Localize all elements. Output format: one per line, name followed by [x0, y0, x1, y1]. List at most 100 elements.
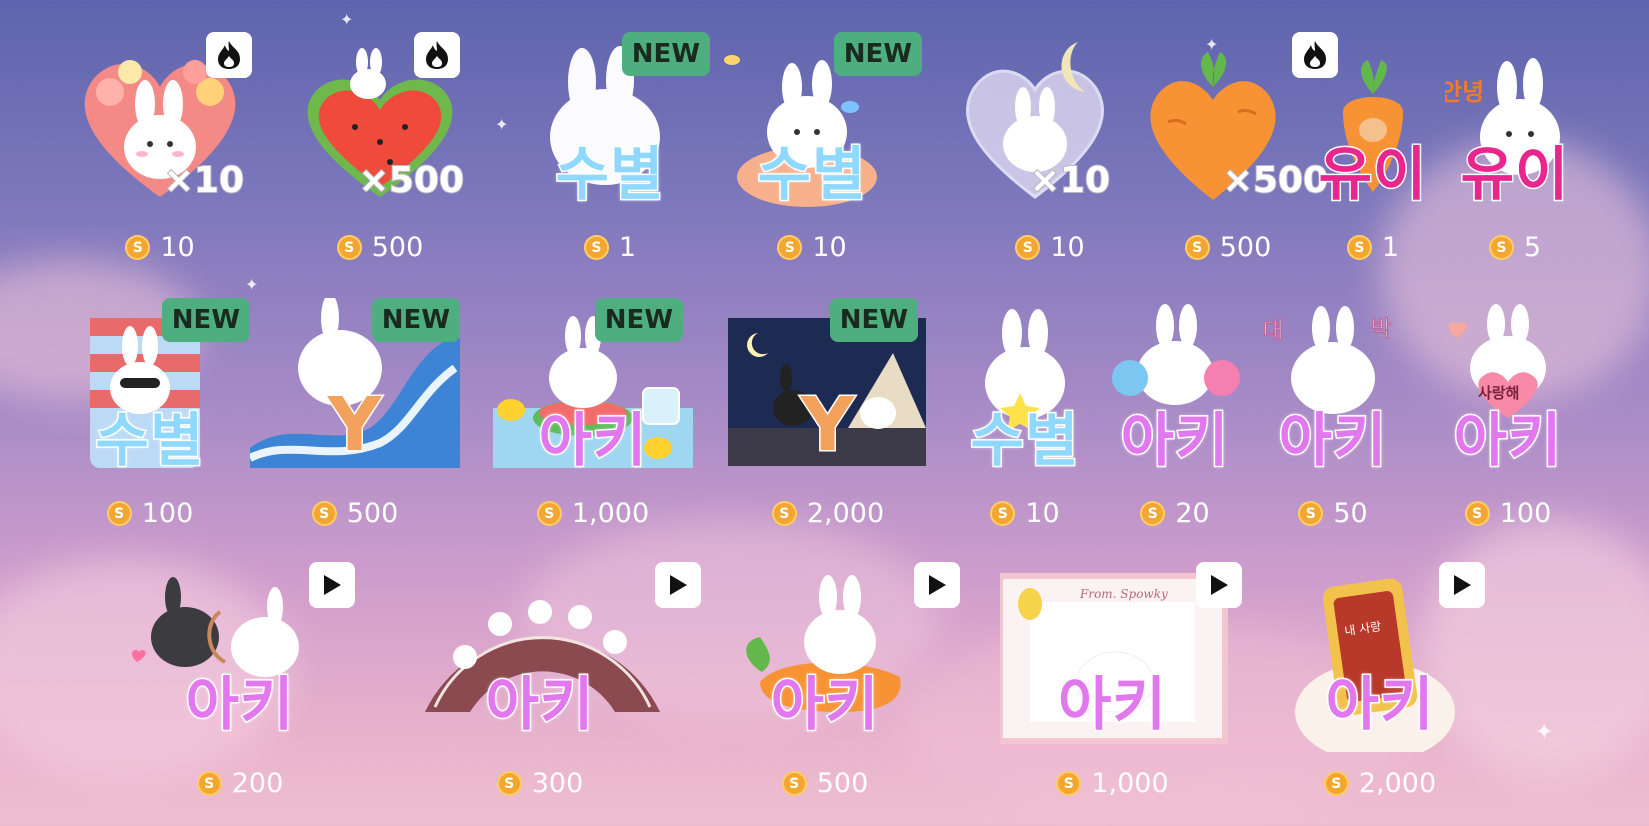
- gift-item[interactable]: ×500 S 500: [1138, 32, 1338, 272]
- new-badge: NEW: [621, 32, 710, 76]
- gift-item[interactable]: NEW 아키 S 1,000: [493, 298, 693, 538]
- coin-icon: S: [583, 235, 609, 260]
- gift-item[interactable]: ×10 S 10: [960, 32, 1140, 272]
- coin-icon: S: [1298, 501, 1324, 526]
- from-text: From. Spowky: [1079, 587, 1168, 601]
- daebak-right-text: 박: [1371, 317, 1391, 342]
- coin-icon: S: [336, 235, 362, 260]
- coin-icon: S: [781, 771, 807, 796]
- gift-name-label: 수별: [94, 406, 205, 474]
- gift-name-label: Y: [799, 382, 856, 468]
- price: S 1,000: [493, 498, 693, 529]
- gift-item[interactable]: 대 박 아키 S 50: [1263, 298, 1403, 538]
- multiplier-text: ×10: [1029, 159, 1111, 202]
- coin-icon: S: [1184, 235, 1210, 260]
- fire-icon: [206, 32, 252, 78]
- coin-icon: S: [1140, 501, 1166, 526]
- gift-item[interactable]: 아키 S 500: [740, 562, 960, 802]
- coin-icon: S: [990, 501, 1016, 526]
- gift-name-label: 아키: [1057, 670, 1168, 738]
- gift-item[interactable]: From. Spowky 아키 S 1,000: [1000, 562, 1242, 802]
- gift-name-label: 수별: [554, 140, 665, 208]
- new-badge: NEW: [594, 298, 683, 342]
- gift-item[interactable]: ×10 S 10: [70, 32, 252, 272]
- price: S 300: [415, 768, 665, 799]
- gift-name-label: 유이: [1459, 140, 1570, 208]
- play-icon: [1439, 562, 1485, 608]
- play-icon: [655, 562, 701, 608]
- gift-name-label: Y: [326, 382, 383, 468]
- gift-item[interactable]: 아키 S 20: [1110, 298, 1240, 538]
- price: S 10: [960, 232, 1140, 263]
- price: S 1,000: [1000, 768, 1225, 799]
- gift-name-label: 아키: [1119, 406, 1230, 474]
- new-badge: NEW: [829, 298, 918, 342]
- gift-item[interactable]: 유이 S1: [1303, 32, 1443, 272]
- coin-icon: S: [1015, 235, 1041, 260]
- coin-icon: S: [1323, 771, 1349, 796]
- gift-name-label: 유이: [1317, 140, 1428, 208]
- coin-icon: S: [1056, 771, 1082, 796]
- price: S5: [1445, 232, 1585, 263]
- gift-name-label: 아키: [1277, 406, 1388, 474]
- gift-item[interactable]: 내 사랑 아키 S 2,000: [1295, 562, 1515, 802]
- coin-icon: S: [1488, 235, 1514, 260]
- play-icon: [309, 562, 355, 608]
- new-badge: NEW: [161, 298, 250, 342]
- gift-item[interactable]: NEW 수별 S1: [520, 32, 710, 272]
- coin-icon: S: [311, 501, 337, 526]
- sparkle-icon: ✦: [340, 10, 354, 29]
- gift-name-label: 아키: [1452, 406, 1563, 474]
- gift-name-label: 아키: [484, 670, 595, 738]
- gift-item[interactable]: 아키 S 200: [125, 562, 355, 802]
- price: S 100: [60, 498, 240, 529]
- gift-name-label: 수별: [969, 406, 1080, 474]
- price: S 500: [290, 232, 470, 263]
- sparkle-icon: ✦: [1535, 720, 1554, 745]
- coin-icon: S: [1464, 501, 1490, 526]
- price: S 200: [125, 768, 355, 799]
- coin-icon: S: [196, 771, 222, 796]
- price: S 20: [1110, 498, 1240, 529]
- coin-icon: S: [536, 501, 562, 526]
- gift-name-label: 아키: [1324, 670, 1435, 738]
- gift-item[interactable]: NEW 수별 S 10: [722, 32, 922, 272]
- price: S 10: [960, 498, 1090, 529]
- price: S 50: [1263, 498, 1403, 529]
- coin-icon: S: [771, 501, 797, 526]
- gift-item[interactable]: 안녕 유이 S5: [1445, 32, 1585, 272]
- new-badge: NEW: [371, 298, 460, 342]
- sparkle-icon: ✦: [495, 115, 509, 134]
- gift-item[interactable]: 수별 S 10: [960, 298, 1090, 538]
- gift-name-label: 수별: [756, 140, 867, 208]
- multiplier-text: ×10: [163, 159, 245, 202]
- gift-item[interactable]: 사랑해 아키 S 100: [1438, 298, 1578, 538]
- coin-icon: S: [1346, 235, 1372, 260]
- price: S 500: [250, 498, 460, 529]
- gift-item[interactable]: 아키 S 300: [415, 562, 701, 802]
- price: S 2,000: [1295, 768, 1465, 799]
- price: S 100: [1438, 498, 1578, 529]
- coin-icon: S: [106, 501, 132, 526]
- gift-item[interactable]: NEW 수별 S 100: [60, 298, 250, 538]
- daebak-left-text: 대: [1263, 319, 1283, 344]
- new-badge: NEW: [833, 32, 922, 76]
- price: S 500: [1138, 232, 1318, 263]
- gift-name-label: 아키: [769, 670, 880, 738]
- gift-name-label: 아키: [537, 406, 648, 474]
- yui-sign-text: 안녕: [1445, 78, 1484, 106]
- multiplier-text: ×500: [358, 159, 465, 202]
- love-text: 사랑해: [1478, 384, 1519, 402]
- price: S1: [1303, 232, 1443, 263]
- gift-item[interactable]: NEW Y S 2,000: [728, 298, 928, 538]
- price: S 500: [740, 768, 910, 799]
- coin-icon: S: [496, 771, 522, 796]
- play-icon: [1196, 562, 1242, 608]
- gift-item[interactable]: ×500 S 500: [290, 32, 470, 272]
- sparkle-icon: ✦: [245, 275, 259, 294]
- price: S 10: [722, 232, 902, 263]
- fire-icon: [414, 32, 460, 78]
- price: S 10: [70, 232, 250, 263]
- gift-item[interactable]: NEW Y S 500: [250, 298, 460, 538]
- coin-icon: S: [777, 235, 803, 260]
